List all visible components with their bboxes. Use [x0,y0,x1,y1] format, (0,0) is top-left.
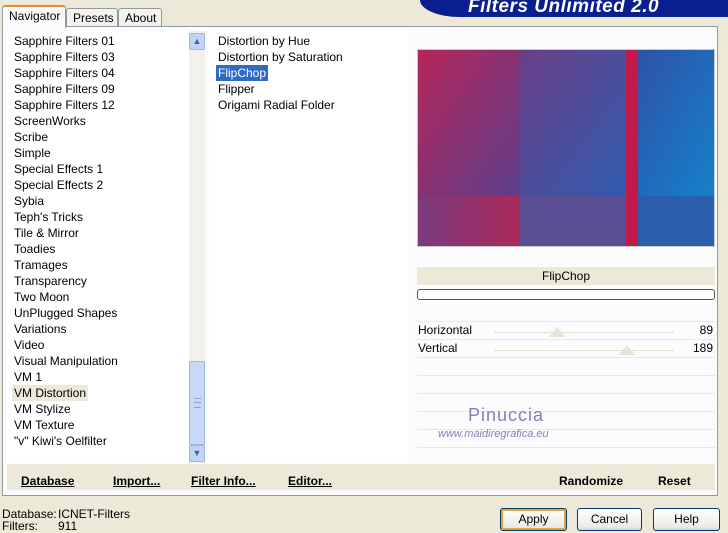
filter-info-button[interactable]: Filter Info... [191,474,256,488]
filter-item[interactable]: Distortion by Hue [216,33,312,49]
category-item[interactable]: Sapphire Filters 12 [12,97,117,113]
category-item[interactable]: VM 1 [12,369,44,385]
slider-thumb[interactable] [549,327,566,337]
reset-button[interactable]: Reset [658,474,691,488]
category-item[interactable]: Variations [12,321,68,337]
category-item[interactable]: Special Effects 1 [12,161,105,177]
param-value[interactable]: 89 [700,322,713,338]
category-item[interactable]: Teph's Tricks [12,209,85,225]
filter-item[interactable]: Origami Radial Folder [216,97,337,113]
import-button[interactable]: Import... [113,474,160,488]
navigator-frame: Sapphire Filters 01 Sapphire Filters 03 Sa… [2,26,718,496]
filter-list: Distortion by Hue Distortion by Saturatio… [209,31,409,463]
scroll-up-button[interactable]: ▲ [189,33,205,50]
param-vertical[interactable]: Vertical 189 [417,339,715,355]
editor-button[interactable]: Editor... [288,474,332,488]
database-button[interactable]: Database [21,474,74,488]
watermark-url: www.maidiregrafica.eu [438,428,549,440]
filter-item[interactable]: Distortion by Saturation [216,49,345,65]
randomize-button[interactable]: Randomize [559,474,623,488]
category-item[interactable]: Simple [12,145,53,161]
param-label: Vertical [418,341,458,355]
category-item[interactable]: "v" Kiwi's Oelfilter [12,433,109,449]
category-item[interactable]: Two Moon [12,289,71,305]
banner-title: Filters Unlimited 2.0 [468,0,660,17]
param-horizontal[interactable]: Horizontal 89 [417,321,715,337]
slider-track[interactable] [495,350,673,351]
flipchop-preview [418,50,714,246]
param-empty-row [417,375,715,391]
scroll-down-button[interactable]: ▼ [189,445,205,462]
preview-image [417,49,715,247]
param-empty-row [417,393,715,409]
title-banner: Filters Unlimited 2.0 [420,0,728,17]
apply-button[interactable]: Apply [500,508,567,531]
category-item[interactable]: Sapphire Filters 09 [12,81,117,97]
slider-thumb[interactable] [618,345,635,355]
progress-bar [417,289,715,300]
param-value[interactable]: 189 [693,340,713,356]
navigator-bottom-bar: Database Import... Filter Info... Editor… [7,464,715,490]
tab-navigator[interactable]: Navigator [2,5,66,28]
category-item[interactable]: VM Texture [12,417,76,433]
scroll-thumb[interactable] [189,361,205,445]
cancel-button[interactable]: Cancel [577,508,642,531]
category-item[interactable]: Sapphire Filters 03 [12,49,117,65]
category-item[interactable]: Sapphire Filters 01 [12,33,117,49]
tab-about[interactable]: About [118,8,162,26]
category-scrollbar[interactable]: ▲ ▼ [189,31,205,463]
category-item[interactable]: VM Distortion [12,385,89,401]
param-empty-row [417,411,715,427]
filter-name-label: FlipChop [417,267,715,285]
category-item[interactable]: UnPlugged Shapes [12,305,119,321]
watermark-name: Pinuccia [468,405,545,425]
filter-item[interactable]: FlipChop [216,65,269,81]
tab-presets[interactable]: Presets [66,8,118,26]
category-item[interactable]: Scribe [12,129,50,145]
category-item[interactable]: Transparency [12,273,89,289]
category-item[interactable]: Special Effects 2 [12,177,105,193]
category-item[interactable]: Toadies [12,241,57,257]
category-item[interactable]: Visual Manipulation [12,353,120,369]
filter-item[interactable]: Flipper [216,81,257,97]
category-item[interactable]: Tile & Mirror [12,225,81,241]
category-item[interactable]: Sybia [12,193,46,209]
category-item[interactable]: Video [12,337,46,353]
param-label: Horizontal [418,323,473,337]
category-item[interactable]: VM Stylize [12,401,73,417]
help-button[interactable]: Help [653,508,720,531]
category-item[interactable]: Sapphire Filters 04 [12,65,117,81]
param-empty-row [417,447,715,463]
slider-track[interactable] [495,332,673,333]
category-item[interactable]: ScreenWorks [12,113,88,129]
category-list: Sapphire Filters 01 Sapphire Filters 03 Sa… [7,31,205,463]
category-item[interactable]: Tramages [12,257,70,273]
param-empty-row [417,357,715,373]
